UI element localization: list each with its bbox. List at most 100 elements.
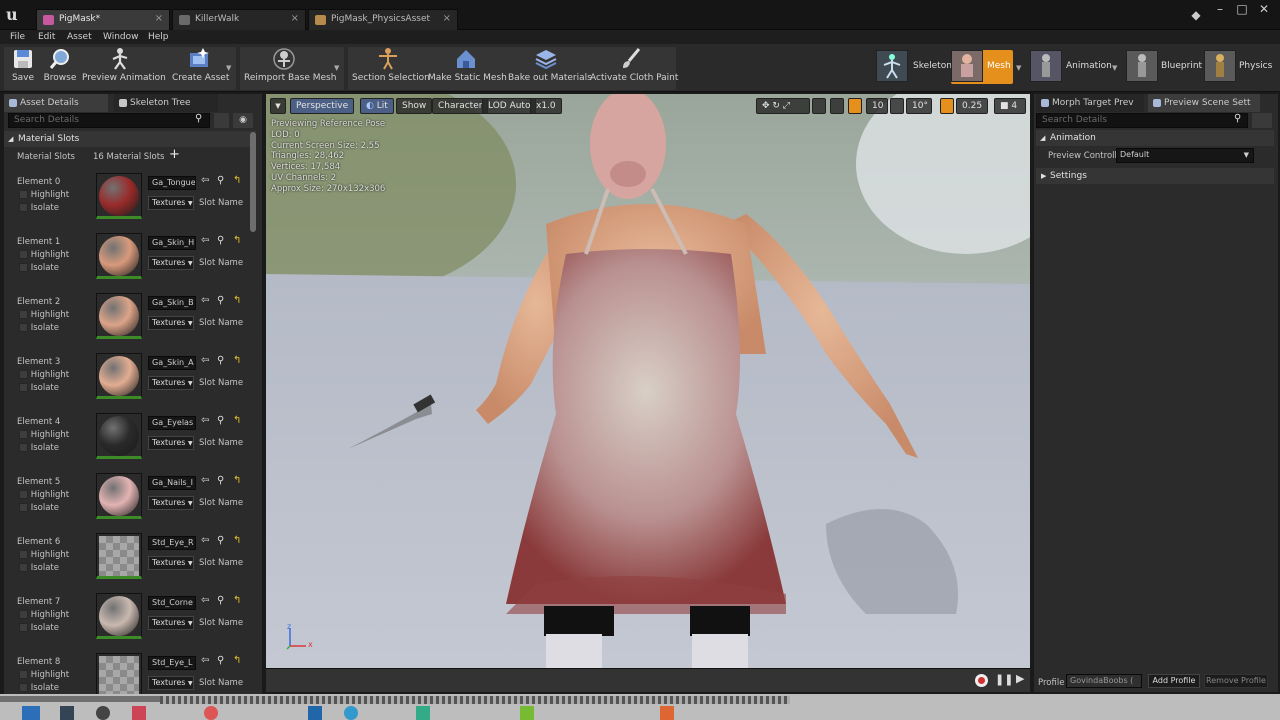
material-select[interactable]: Ga_Skin_A bbox=[148, 356, 196, 370]
material-select[interactable]: Std_Corne bbox=[148, 596, 196, 610]
create-asset-dropdown-icon[interactable]: ▼ bbox=[226, 64, 231, 72]
start-icon[interactable] bbox=[22, 706, 40, 720]
world-local-icon[interactable] bbox=[812, 98, 826, 114]
material-select[interactable]: Ga_Tongue bbox=[148, 176, 196, 190]
browse-asset-icon[interactable]: ⚲ bbox=[217, 415, 224, 426]
reset-icon[interactable]: ↰ bbox=[233, 475, 241, 486]
mode-mesh-button[interactable]: Mesh bbox=[951, 50, 1013, 84]
tab-killerwalk[interactable]: KillerWalk × bbox=[172, 9, 306, 30]
menu-help[interactable]: Help bbox=[148, 30, 169, 44]
animation-section[interactable]: ◢ Animation bbox=[1036, 130, 1274, 146]
material-thumbnail[interactable] bbox=[96, 473, 142, 519]
mode-skeleton-button[interactable]: Skeleton bbox=[876, 50, 952, 84]
use-selected-asset-icon[interactable]: ⇦ bbox=[201, 595, 209, 606]
browse-asset-icon[interactable]: ⚲ bbox=[217, 355, 224, 366]
grid-size-button[interactable]: 10 bbox=[866, 98, 888, 114]
mode-physics-button[interactable]: Physics bbox=[1204, 50, 1276, 84]
tab-physics-asset[interactable]: PigMask_PhysicsAsset × bbox=[308, 9, 458, 30]
textures-dropdown[interactable]: Textures ▼ bbox=[148, 616, 194, 630]
maximize-button[interactable]: □ bbox=[1232, 2, 1252, 16]
reset-icon[interactable]: ↰ bbox=[233, 595, 241, 606]
taskbar-app-icon[interactable] bbox=[660, 706, 674, 720]
highlight-checkbox[interactable]: Highlight bbox=[19, 550, 69, 560]
highlight-checkbox[interactable]: Highlight bbox=[19, 430, 69, 440]
add-slot-icon[interactable]: + bbox=[169, 147, 180, 162]
pause-icon[interactable]: ❚❚ bbox=[995, 673, 1013, 686]
browse-asset-icon[interactable]: ⚲ bbox=[217, 595, 224, 606]
section-selection-button[interactable]: Section Selection bbox=[352, 46, 430, 86]
isolate-checkbox[interactable]: Isolate bbox=[19, 503, 59, 513]
taskbar-app-icon[interactable] bbox=[308, 706, 322, 720]
material-select[interactable]: Ga_Eyelas bbox=[148, 416, 196, 430]
perspective-button[interactable]: Perspective bbox=[290, 98, 355, 114]
material-select[interactable]: Ga_Skin_H bbox=[148, 236, 196, 250]
taskbar-app-icon[interactable] bbox=[204, 706, 218, 720]
add-profile-button[interactable]: Add Profile bbox=[1148, 674, 1200, 688]
browse-asset-icon[interactable]: ⚲ bbox=[217, 655, 224, 666]
activate-cloth-paint-button[interactable]: Activate Cloth Paint bbox=[590, 46, 678, 86]
use-selected-asset-icon[interactable]: ⇦ bbox=[201, 175, 209, 186]
scale-snap-button[interactable]: 0.25 bbox=[956, 98, 988, 114]
browse-asset-icon[interactable]: ⚲ bbox=[217, 175, 224, 186]
create-asset-button[interactable]: Create Asset bbox=[172, 46, 229, 86]
show-button[interactable]: Show bbox=[396, 98, 433, 114]
camera-speed-button[interactable]: ■ 4 bbox=[994, 98, 1026, 114]
use-selected-asset-icon[interactable]: ⇦ bbox=[201, 415, 209, 426]
use-selected-asset-icon[interactable]: ⇦ bbox=[201, 535, 209, 546]
tab-asset-details[interactable]: Asset Details bbox=[4, 94, 108, 112]
material-thumbnail[interactable] bbox=[96, 533, 142, 579]
reset-icon[interactable]: ↰ bbox=[233, 235, 241, 246]
close-icon[interactable]: × bbox=[443, 13, 451, 24]
isolate-checkbox[interactable]: Isolate bbox=[19, 443, 59, 453]
use-selected-asset-icon[interactable]: ⇦ bbox=[201, 235, 209, 246]
taskbar-app-icon[interactable] bbox=[520, 706, 534, 720]
textures-dropdown[interactable]: Textures ▼ bbox=[148, 556, 194, 570]
textures-dropdown[interactable]: Textures ▼ bbox=[148, 376, 194, 390]
character-button[interactable]: Character bbox=[432, 98, 489, 114]
list-view-icon[interactable] bbox=[214, 113, 229, 128]
play-icon[interactable]: ▶ bbox=[1016, 672, 1024, 685]
use-selected-asset-icon[interactable]: ⇦ bbox=[201, 295, 209, 306]
lit-button[interactable]: ◐ Lit bbox=[360, 98, 394, 114]
reset-icon[interactable]: ↰ bbox=[233, 415, 241, 426]
browse-button[interactable]: Browse bbox=[42, 46, 78, 86]
isolate-checkbox[interactable]: Isolate bbox=[19, 623, 59, 633]
highlight-checkbox[interactable]: Highlight bbox=[19, 250, 69, 260]
taskbar-app-icon[interactable] bbox=[96, 706, 110, 720]
search-input[interactable]: Search Details bbox=[8, 113, 210, 128]
material-thumbnail[interactable] bbox=[96, 413, 142, 459]
material-thumbnail[interactable] bbox=[96, 233, 142, 279]
make-static-mesh-button[interactable]: Make Static Mesh bbox=[428, 46, 507, 86]
reimport-dropdown-icon[interactable]: ▼ bbox=[334, 64, 339, 72]
transform-tools-group[interactable]: ✥ ↻ ⤢ bbox=[756, 98, 810, 114]
material-thumbnail[interactable] bbox=[96, 173, 142, 219]
browse-asset-icon[interactable]: ⚲ bbox=[217, 535, 224, 546]
material-select[interactable]: Std_Eye_L bbox=[148, 656, 196, 670]
material-thumbnail[interactable] bbox=[96, 353, 142, 399]
record-button[interactable] bbox=[975, 674, 988, 687]
browse-asset-icon[interactable]: ⚲ bbox=[217, 475, 224, 486]
highlight-checkbox[interactable]: Highlight bbox=[19, 190, 69, 200]
minimize-button[interactable]: – bbox=[1210, 2, 1230, 16]
mode-animation-button[interactable]: Animation bbox=[1030, 50, 1112, 84]
browse-asset-icon[interactable]: ⚲ bbox=[217, 295, 224, 306]
tab-pigmask[interactable]: PigMask* × bbox=[36, 9, 170, 30]
material-thumbnail[interactable] bbox=[96, 293, 142, 339]
textures-dropdown[interactable]: Textures ▼ bbox=[148, 316, 194, 330]
material-thumbnail[interactable] bbox=[96, 653, 142, 699]
close-icon[interactable]: × bbox=[291, 13, 299, 24]
grid-snap-icon[interactable] bbox=[848, 98, 862, 114]
taskbar-app-icon[interactable] bbox=[60, 706, 74, 720]
save-button[interactable]: Save bbox=[8, 46, 38, 86]
mesh-dropdown-icon[interactable]: ▼ bbox=[1016, 64, 1021, 72]
reset-icon[interactable]: ↰ bbox=[233, 655, 241, 666]
use-selected-asset-icon[interactable]: ⇦ bbox=[201, 355, 209, 366]
highlight-checkbox[interactable]: Highlight bbox=[19, 610, 69, 620]
textures-dropdown[interactable]: Textures ▼ bbox=[148, 496, 194, 510]
eye-icon[interactable]: ◉ bbox=[233, 113, 253, 128]
surface-snap-icon[interactable] bbox=[830, 98, 844, 114]
timeline-bar[interactable]: ❚❚ ▶ bbox=[266, 668, 1030, 692]
scale-snap-icon[interactable] bbox=[940, 98, 954, 114]
search-input[interactable]: Search Details bbox=[1036, 113, 1248, 128]
highlight-checkbox[interactable]: Highlight bbox=[19, 670, 69, 680]
